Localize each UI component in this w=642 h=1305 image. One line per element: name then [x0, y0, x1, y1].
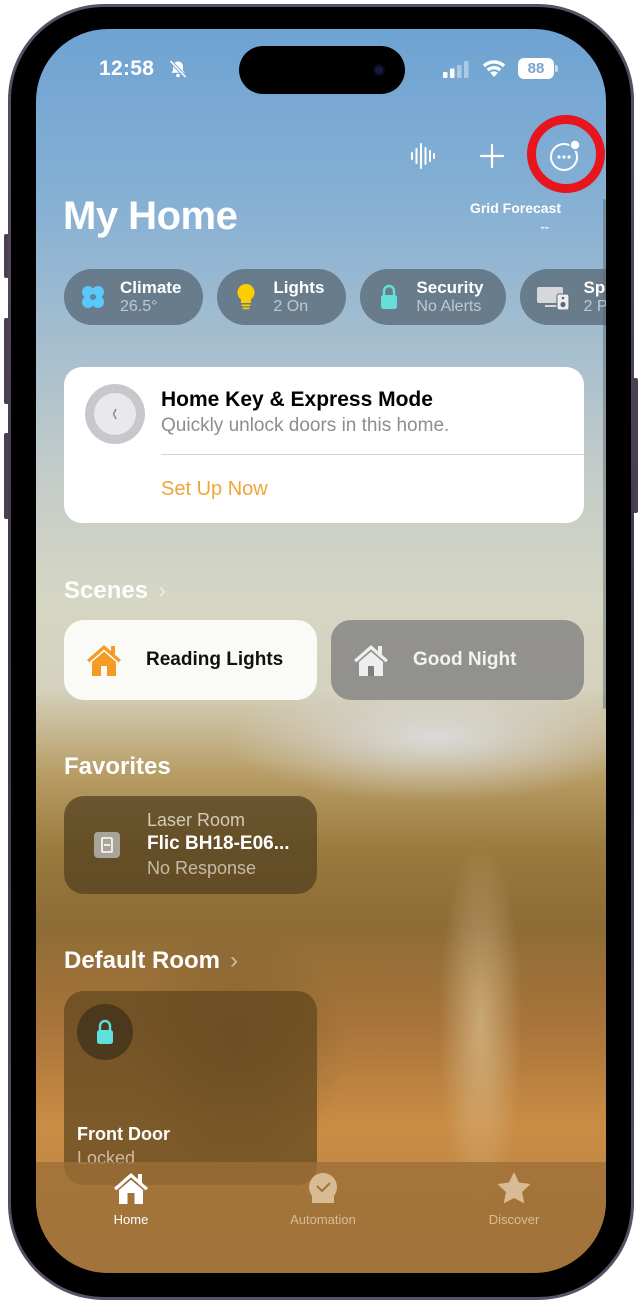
grid-forecast-value: -- — [540, 219, 549, 234]
phone-frame: 12:58 88 My Home Grid Forecast -- Climat… — [8, 4, 634, 1300]
clock-check-icon — [304, 1170, 342, 1206]
home-key-lock-icon — [85, 384, 145, 444]
favorite-accessory-tile[interactable]: Laser Room Flic BH18-E06... No Response — [64, 796, 317, 894]
scene-good-night[interactable]: Good Night — [331, 620, 584, 700]
chip-subtitle: 2 Playing — [583, 297, 606, 315]
add-button[interactable] — [472, 136, 512, 176]
fan-icon — [80, 284, 106, 310]
intercom-button[interactable] — [402, 136, 442, 176]
phone-bezel: 12:58 88 My Home Grid Forecast -- Climat… — [11, 7, 631, 1297]
accessory-tile-front-door[interactable]: Front Door Locked — [64, 991, 317, 1185]
scene-label: Reading Lights — [146, 649, 284, 670]
scene-label: Good Night — [413, 649, 517, 670]
ellipsis-circle-icon — [550, 139, 581, 171]
divider — [161, 454, 584, 455]
tab-home[interactable]: Home — [71, 1170, 191, 1227]
more-options-button[interactable] — [545, 136, 585, 176]
home-key-title: Home Key & Express Mode — [161, 388, 433, 411]
tab-automation[interactable]: Automation — [263, 1170, 383, 1227]
lock-icon — [376, 284, 402, 310]
bell-slash-icon — [169, 59, 187, 79]
chip-title: Lights — [273, 278, 325, 298]
switch-icon — [94, 832, 120, 858]
tab-bar: Home Automation Discover — [36, 1162, 606, 1273]
home-app-screen: 12:58 88 My Home Grid Forecast -- Climat… — [36, 29, 606, 1273]
lightbulb-icon — [233, 283, 259, 310]
chip-title: Climate — [120, 278, 182, 298]
tab-discover[interactable]: Discover — [454, 1170, 574, 1227]
favorites-title: Favorites — [64, 753, 171, 780]
set-up-now-button[interactable]: Set Up Now — [161, 478, 268, 501]
tab-label: Home — [113, 1212, 149, 1227]
accessory-name: Front Door — [77, 1124, 170, 1144]
accessory-name: Flic BH18-E06... — [147, 833, 290, 854]
favorites-header: Favorites — [64, 753, 171, 781]
chip-speakers-tvs[interactable]: Speakers & TVs 2 Playing — [519, 269, 606, 325]
chip-subtitle: 26.5° — [120, 297, 158, 315]
category-chips: Climate 26.5° Lights 2 On Security No Al… — [64, 269, 606, 325]
chip-climate[interactable]: Climate 26.5° — [64, 269, 204, 325]
scenes-title: Scenes — [64, 577, 149, 604]
waveform-icon — [411, 143, 435, 169]
house-icon — [112, 1170, 150, 1206]
chip-subtitle: 2 On — [273, 297, 309, 315]
default-room-title: Default Room — [64, 947, 220, 974]
chevron-right-icon: › — [230, 947, 238, 974]
page-title: My Home — [63, 194, 238, 238]
status-time: 12:58 — [99, 57, 155, 80]
tab-label: Discover — [488, 1212, 540, 1227]
battery-level: 88 — [518, 58, 554, 79]
scene-reading-lights[interactable]: Reading Lights — [64, 620, 317, 700]
battery-indicator: 88 — [518, 58, 558, 79]
home-key-subtitle: Quickly unlock doors in this home. — [161, 415, 450, 436]
chip-title: Speakers & TVs — [583, 278, 606, 298]
plus-icon — [479, 143, 505, 169]
accessory-status: No Response — [147, 858, 257, 878]
house-icon — [84, 640, 124, 680]
camera-icon — [373, 64, 385, 76]
dynamic-island — [239, 46, 405, 94]
tab-label: Automation — [290, 1212, 356, 1227]
scenes-header[interactable]: Scenes › — [64, 577, 166, 605]
default-room-header[interactable]: Default Room › — [64, 947, 238, 975]
chip-lights[interactable]: Lights 2 On — [217, 269, 347, 325]
wifi-icon — [482, 60, 506, 77]
home-key-card[interactable]: Home Key & Express Mode Quickly unlock d… — [64, 367, 584, 523]
chip-security[interactable]: Security No Alerts — [360, 269, 506, 325]
cellular-signal-icon — [443, 61, 469, 78]
chip-title: Security — [416, 278, 484, 298]
house-icon — [351, 640, 391, 680]
speaker-tv-icon — [536, 284, 570, 310]
key-glyph-icon — [112, 408, 117, 420]
star-icon — [495, 1170, 533, 1206]
chip-subtitle: No Alerts — [416, 297, 482, 315]
battery-tip — [555, 65, 558, 72]
grid-forecast-label[interactable]: Grid Forecast — [441, 200, 561, 216]
lock-icon — [77, 1004, 133, 1060]
chevron-right-icon: › — [158, 577, 167, 604]
accessory-room: Laser Room — [147, 810, 246, 830]
